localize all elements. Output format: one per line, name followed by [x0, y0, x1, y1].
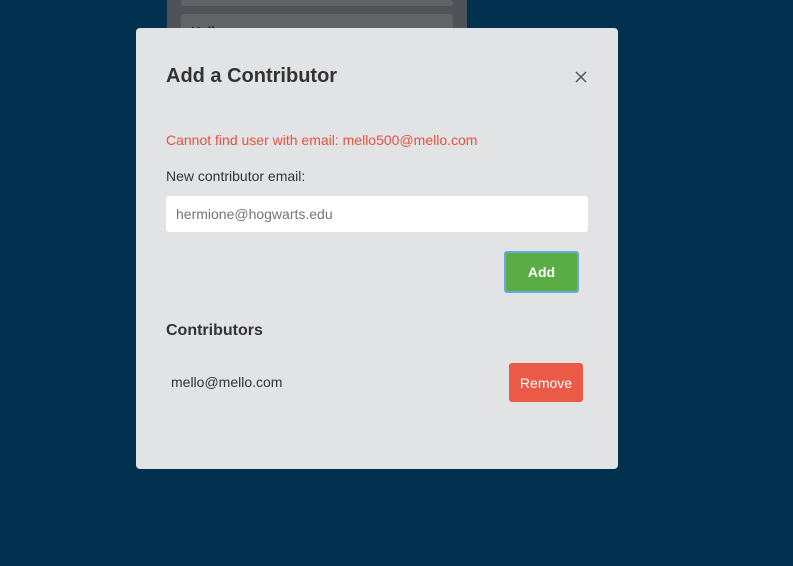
contributor-email-input[interactable] — [166, 196, 588, 232]
email-field-label: New contributor email: — [166, 168, 306, 184]
error-message: Cannot find user with email: mello500@me… — [166, 132, 478, 148]
close-button[interactable] — [574, 70, 588, 84]
contributors-heading: Contributors — [166, 322, 263, 339]
add-contributor-button[interactable]: Add — [504, 251, 579, 293]
modal-title: Add a Contributor — [166, 65, 338, 87]
remove-contributor-button[interactable]: Remove — [509, 363, 583, 402]
add-contributor-modal: Add a Contributor Cannot find user with … — [136, 28, 618, 469]
contributor-row: mello@mello.com Remove — [166, 362, 584, 402]
contributor-email: mello@mello.com — [171, 374, 283, 390]
background-card — [181, 0, 453, 6]
close-icon — [575, 71, 587, 83]
